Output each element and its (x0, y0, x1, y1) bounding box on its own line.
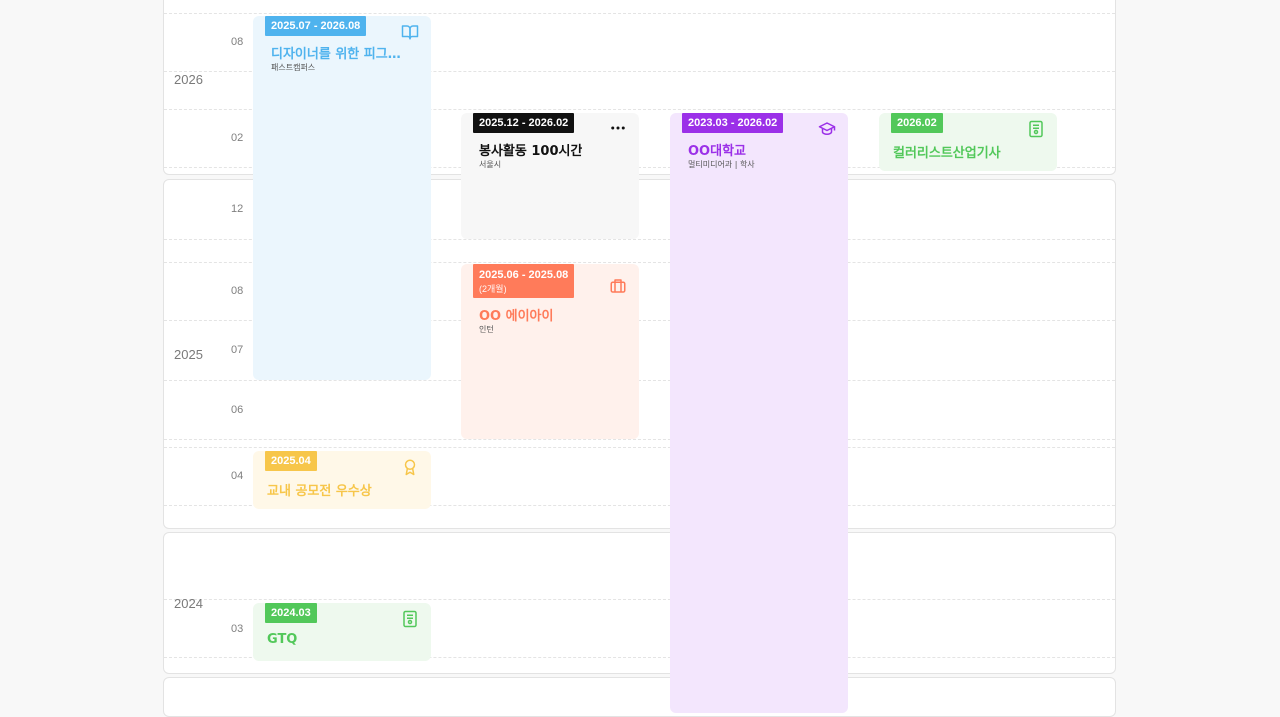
card-subtitle: 인턴 (479, 325, 494, 334)
date-badge: 2026.02 (891, 113, 943, 133)
book-open-icon (401, 23, 419, 41)
date-badge: 2024.03 (265, 603, 317, 623)
month-label: 02 (231, 132, 244, 144)
timeline-card-intern[interactable]: 2025.06 - 2025.08 (2개월) OO 에이아이 인턴 (461, 264, 639, 439)
grid-line (164, 599, 1115, 600)
grid-line (164, 439, 1115, 440)
month-label: 08 (231, 36, 244, 48)
date-badge: 2023.03 - 2026.02 (682, 113, 784, 133)
date-badge: 2025.06 - 2025.08 (2개월) (473, 264, 575, 298)
grid-line (164, 380, 1115, 381)
month-label: 04 (231, 470, 244, 482)
year-label-2026: 2026 (174, 72, 203, 87)
month-label: 08 (231, 285, 244, 297)
grid-line (164, 447, 1115, 448)
timeline-card-course[interactable]: 2025.07 - 2026.08 디자이너를 위한 피그마 ... 패스트캠퍼… (253, 16, 431, 380)
year-label-2024: 2024 (174, 596, 203, 611)
certificate-icon (1027, 120, 1045, 138)
more-horizontal-icon[interactable] (609, 119, 627, 137)
card-title: OO 에이아이 (479, 309, 554, 324)
card-subtitle: 패스트캠퍼스 (271, 63, 316, 72)
card-title: 디자이너를 위한 피그마 ... (271, 47, 411, 62)
card-title: 컬러리스트산업기사 (893, 146, 1001, 161)
card-title: GTQ (267, 632, 298, 647)
badge-duration: (2개월) (479, 284, 507, 294)
award-icon (401, 458, 419, 476)
year-panel-2023 (163, 677, 1116, 717)
month-label: 12 (231, 203, 244, 215)
date-badge: 2025.12 - 2026.02 (473, 113, 575, 133)
card-subtitle: 서울시 (479, 160, 502, 169)
timeline-card-university[interactable]: 2023.03 - 2026.02 OO대학교 멀티미디어과 | 학사 (670, 113, 848, 713)
card-title: 봉사활동 100시간 (479, 144, 583, 159)
year-label-2025: 2025 (174, 347, 203, 362)
date-badge: 2025.04 (265, 451, 317, 471)
badge-date: 2025.06 - 2025.08 (479, 269, 569, 281)
graduation-cap-icon (818, 120, 836, 138)
month-label: 03 (231, 623, 244, 635)
timeline-card-certificate-gtq[interactable]: 2024.03 GTQ (253, 603, 431, 661)
card-title: 교내 공모전 우수상 (267, 484, 372, 499)
timeline-card-award[interactable]: 2025.04 교내 공모전 우수상 (253, 451, 431, 509)
date-badge: 2025.07 - 2026.08 (265, 16, 367, 36)
timeline-card-certificate-colorist[interactable]: 2026.02 컬러리스트산업기사 (879, 113, 1057, 171)
month-label: 07 (231, 344, 244, 356)
card-subtitle: 멀티미디어과 | 학사 (688, 160, 755, 169)
card-title: OO대학교 (688, 144, 746, 159)
certificate-icon (401, 610, 419, 628)
timeline-card-volunteer[interactable]: 2025.12 - 2026.02 봉사활동 100시간 서울시 (461, 113, 639, 239)
month-label: 06 (231, 404, 244, 416)
grid-line (164, 13, 1115, 14)
briefcase-icon (609, 277, 627, 295)
